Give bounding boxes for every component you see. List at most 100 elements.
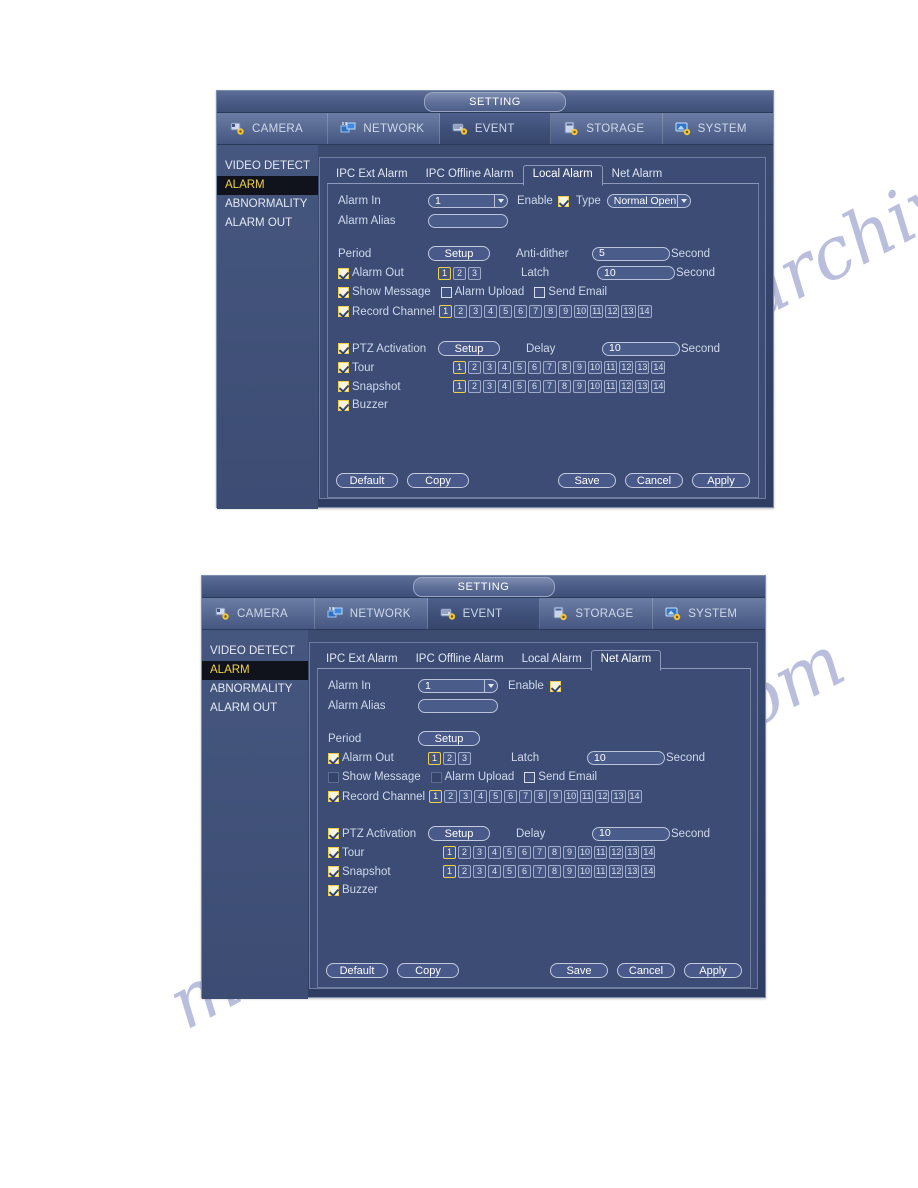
channel-box[interactable]: 13 <box>611 790 626 803</box>
tab-event[interactable]: EVENT <box>439 113 552 144</box>
channel-box[interactable]: 3 <box>483 361 496 374</box>
channel-box[interactable]: 5 <box>503 865 516 878</box>
tab-camera[interactable]: CAMERA <box>217 113 329 144</box>
tab-network[interactable]: NETWORK <box>315 598 428 629</box>
channel-box[interactable]: 13 <box>635 361 650 374</box>
subtab-net-alarm[interactable]: Net Alarm <box>603 165 672 184</box>
subtab-net-alarm[interactable]: Net Alarm <box>590 650 662 671</box>
channel-box[interactable]: 8 <box>548 865 561 878</box>
channel-box[interactable]: 3 <box>458 751 471 765</box>
channel-box[interactable]: 4 <box>474 790 488 803</box>
channel-box[interactable]: 5 <box>513 380 526 393</box>
channel-box[interactable]: 8 <box>558 380 571 393</box>
channel-box[interactable]: 10 <box>588 380 603 393</box>
delay-input[interactable]: 10 <box>592 826 670 841</box>
channel-box[interactable]: 12 <box>609 865 624 878</box>
sidebar-item-alarm-out[interactable]: ALARM OUT <box>202 699 308 718</box>
save-button[interactable]: Save <box>558 473 616 488</box>
channel-box[interactable]: 4 <box>488 865 501 878</box>
channel-box[interactable]: 2 <box>468 380 481 393</box>
tour-checkbox[interactable] <box>328 847 339 858</box>
tab-event[interactable]: EVENT <box>427 598 541 629</box>
ptz-check[interactable]: PTZ Activation <box>338 343 438 355</box>
channel-box[interactable]: 1 <box>429 790 443 803</box>
record-channel-check[interactable]: Record Channel <box>328 791 429 803</box>
channel-box[interactable]: 3 <box>473 846 486 859</box>
tour-check[interactable]: Tour <box>328 847 443 859</box>
alarm-out-checkbox[interactable] <box>338 267 349 279</box>
record-channels[interactable]: 1 2 3 4 5 6 7 8 9 10 11 12 13 14 <box>439 305 652 318</box>
channel-box[interactable]: 9 <box>563 846 576 859</box>
save-button[interactable]: Save <box>550 963 608 978</box>
channel-box[interactable]: 2 <box>444 790 458 803</box>
show-message-check[interactable]: Show Message <box>328 771 431 783</box>
send-email-checkbox[interactable] <box>534 286 546 298</box>
channel-box[interactable]: 14 <box>651 361 666 374</box>
channel-box[interactable]: 12 <box>605 305 620 318</box>
channel-box[interactable]: 1 <box>428 751 441 765</box>
send-email-check[interactable]: Send Email <box>524 771 607 783</box>
channel-box[interactable]: 3 <box>468 266 481 280</box>
channel-box[interactable]: 2 <box>458 865 471 878</box>
channel-box[interactable]: 7 <box>519 790 533 803</box>
channel-box[interactable]: 7 <box>533 846 546 859</box>
channel-box[interactable]: 9 <box>563 865 576 878</box>
tour-channels[interactable]: 1 2 3 4 5 6 7 8 9 10 11 12 13 14 <box>453 361 666 374</box>
tab-system[interactable]: SYSTEM <box>663 113 773 144</box>
channel-box[interactable]: 3 <box>459 790 473 803</box>
channel-box[interactable]: 13 <box>625 846 640 859</box>
subtab-ipc-ext-alarm[interactable]: IPC Ext Alarm <box>327 165 417 184</box>
show-message-check[interactable]: Show Message <box>338 286 441 298</box>
channel-box[interactable]: 3 <box>483 380 496 393</box>
buzzer-check[interactable]: Buzzer <box>338 399 398 411</box>
enable-checkbox[interactable] <box>549 680 561 692</box>
alarm-upload-checkbox[interactable] <box>440 286 452 298</box>
channel-box[interactable]: 7 <box>533 865 546 878</box>
snapshot-channels[interactable]: 1 2 3 4 5 6 7 8 9 10 11 12 13 14 <box>453 380 666 393</box>
alarm-out-checkbox[interactable] <box>328 752 339 764</box>
channel-box[interactable]: 5 <box>499 305 513 318</box>
channel-box[interactable]: 10 <box>578 846 593 859</box>
snapshot-checkbox[interactable] <box>338 381 349 392</box>
channel-box[interactable]: 4 <box>498 380 511 393</box>
alarm-upload-checkbox[interactable] <box>430 771 442 783</box>
tab-storage[interactable]: STORAGE <box>551 113 663 144</box>
channel-box[interactable]: 5 <box>489 790 503 803</box>
channel-box[interactable]: 6 <box>528 361 541 374</box>
channel-box[interactable]: 4 <box>498 361 511 374</box>
ptz-setup-button[interactable]: Setup <box>428 826 490 841</box>
apply-button[interactable]: Apply <box>684 963 742 978</box>
snapshot-check[interactable]: Snapshot <box>328 866 443 878</box>
channel-box[interactable]: 7 <box>543 361 556 374</box>
snapshot-checkbox[interactable] <box>328 866 339 877</box>
tour-checkbox[interactable] <box>338 362 349 373</box>
default-button[interactable]: Default <box>336 473 398 488</box>
buzzer-checkbox[interactable] <box>328 884 339 896</box>
channel-box[interactable]: 13 <box>635 380 650 393</box>
channel-box[interactable]: 6 <box>518 865 531 878</box>
channel-box[interactable]: 2 <box>468 361 481 374</box>
channel-box[interactable]: 1 <box>453 380 466 393</box>
tab-system[interactable]: SYSTEM <box>653 598 765 629</box>
record-channels[interactable]: 1 2 3 4 5 6 7 8 9 10 11 12 13 14 <box>429 790 642 803</box>
channel-box[interactable]: 8 <box>558 361 571 374</box>
alarm-in-select[interactable]: 1 <box>418 679 498 693</box>
send-email-checkbox[interactable] <box>524 771 536 783</box>
channel-box[interactable]: 10 <box>564 790 579 803</box>
channel-box[interactable]: 1 <box>439 305 453 318</box>
period-setup-button[interactable]: Setup <box>428 246 490 261</box>
channel-box[interactable]: 2 <box>443 751 456 765</box>
channel-box[interactable]: 14 <box>627 790 642 803</box>
sidebar-item-video-detect[interactable]: VIDEO DETECT <box>217 157 318 176</box>
alarm-out-channels[interactable]: 1 2 3 <box>428 751 471 765</box>
alarm-in-select[interactable]: 1 <box>428 194 508 208</box>
tour-channels[interactable]: 1 2 3 4 5 6 7 8 9 10 11 12 13 14 <box>443 846 656 859</box>
channel-box[interactable]: 2 <box>454 305 468 318</box>
channel-box[interactable]: 2 <box>458 846 471 859</box>
alarm-upload-check[interactable]: Alarm Upload <box>440 286 535 298</box>
channel-box[interactable]: 14 <box>641 846 656 859</box>
subtab-ipc-offline-alarm[interactable]: IPC Offline Alarm <box>407 650 513 669</box>
channel-box[interactable]: 14 <box>637 305 652 318</box>
channel-box[interactable]: 1 <box>453 361 466 374</box>
channel-box[interactable]: 11 <box>604 361 618 374</box>
